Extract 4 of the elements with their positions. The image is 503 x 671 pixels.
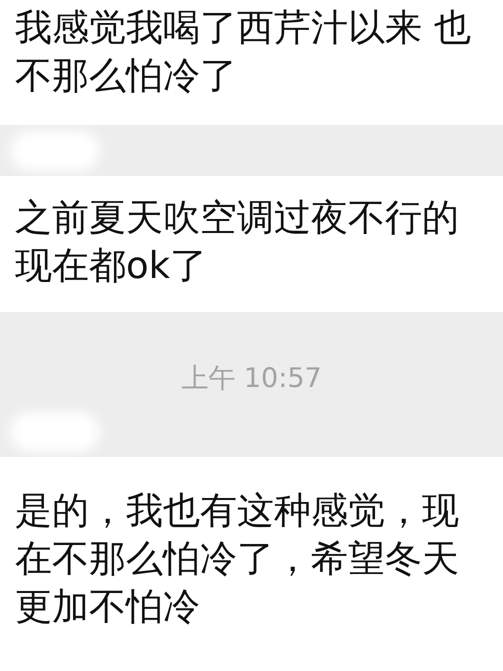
message-bubble: 我感觉我喝了西芹汁以来 也不那么怕冷了 [0, 0, 503, 125]
message-bubble: 是的，我也有这种感觉，现在不那么怕冷了，希望冬天更加不怕冷 [0, 457, 503, 671]
message-bubble: 之前夏天吹空调过夜不行的现在都ok了 [0, 176, 503, 312]
timestamp: 上午 10:57 [181, 362, 322, 396]
